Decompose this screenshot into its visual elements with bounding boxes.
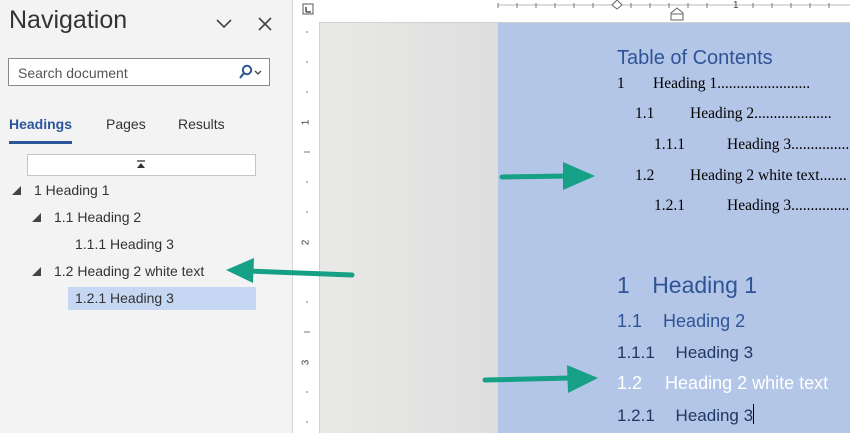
toc-text: Heading 3................. [727, 197, 850, 214]
ruler-number: 1 [733, 0, 739, 11]
close-pane-button[interactable] [253, 12, 277, 36]
vertical-ruler[interactable]: 1 2 3 [293, 22, 320, 433]
heading-text: Heading 2 [663, 311, 746, 331]
tree-item-heading-1-2-1[interactable]: 1.2.1 Heading 3 [68, 287, 256, 310]
heading-number: 1.1.1 [617, 343, 655, 362]
nav-title: Navigation [9, 6, 128, 34]
annotation-arrow-left-icon [226, 258, 355, 283]
search-input[interactable] [16, 62, 240, 84]
tab-pages[interactable]: Pages [106, 116, 146, 144]
collapse-all-bar[interactable] [27, 154, 256, 176]
search-options-button[interactable] [235, 63, 265, 83]
toc-number: 1.1 [635, 105, 655, 122]
ruler-number: 1 [300, 119, 312, 126]
toc-text: Heading 3................. [727, 136, 850, 153]
toc-number: 1.1.1 [654, 136, 685, 153]
heading-1-2-white[interactable]: 1.2 Heading 2 white text [617, 373, 828, 394]
chevron-down-icon [216, 19, 232, 29]
annotation-arrow-right-icon [482, 365, 598, 393]
toc-title: Table of Contents [617, 47, 773, 69]
tree-item-label: 1.2.1 Heading 3 [75, 290, 174, 306]
ruler-ticks [304, 31, 310, 423]
heading-text: Heading 3 [675, 406, 754, 425]
document-margin-area [320, 23, 498, 433]
heading-text: Heading 1 [652, 272, 758, 298]
text-cursor [753, 404, 755, 424]
search-icon [239, 64, 262, 79]
heading-number: 1.2.1 [617, 406, 655, 425]
first-line-indent-marker [611, 0, 623, 10]
close-icon [258, 17, 272, 31]
ruler-number: 2 [300, 239, 312, 246]
heading-number: 1 [617, 272, 630, 298]
ruler-ticks [302, 0, 850, 21]
tree-item-label: 1 Heading 1 [34, 182, 110, 198]
tree-item-label: 1.2 Heading 2 white text [54, 263, 205, 279]
horizontal-ruler[interactable]: 1 [293, 0, 850, 23]
tab-results[interactable]: Results [178, 116, 225, 144]
tree-item-heading-1-1-1[interactable]: 1.1.1 Heading 3 [75, 233, 255, 256]
navigation-pane: Navigation Headings Pages Results 1 Head… [0, 0, 293, 433]
annotation-arrow-right-icon [499, 162, 595, 190]
heading-number: 1.1 [617, 311, 643, 331]
ruler-number: 3 [300, 359, 312, 366]
toc-number: 1.2.1 [654, 197, 685, 214]
toc-text: Heading 2.................... [690, 105, 832, 122]
toc-text: Heading 1........................ [653, 75, 811, 92]
tree-item-heading-1-2[interactable]: 1.2 Heading 2 white text [32, 260, 232, 283]
toc-text: Heading 2 white text....... [690, 167, 847, 184]
heading-number: 1.2 [617, 373, 643, 393]
toc-number: 1.2 [635, 167, 655, 184]
search-box [8, 58, 270, 86]
heading-1-1[interactable]: 1.1 Heading 2 [617, 311, 745, 332]
heading-text: Heading 3 [675, 343, 754, 362]
toc-number: 1 [617, 75, 625, 92]
heading-1[interactable]: 1 Heading 1 [617, 272, 757, 299]
tree-item-heading-1[interactable]: 1 Heading 1 [12, 179, 252, 202]
expand-triangle-icon[interactable] [12, 186, 21, 195]
tree-item-label: 1.1.1 Heading 3 [75, 236, 174, 252]
collapse-all-icon [137, 160, 145, 168]
tree-item-heading-1-1[interactable]: 1.1 Heading 2 [32, 206, 252, 229]
heading-1-2-1[interactable]: 1.2.1 Heading 3 [617, 404, 755, 426]
pane-options-button[interactable] [212, 12, 236, 36]
heading-1-1-1[interactable]: 1.1.1 Heading 3 [617, 343, 753, 363]
expand-triangle-icon[interactable] [32, 267, 41, 276]
tree-item-label: 1.1 Heading 2 [54, 209, 142, 225]
tab-headings[interactable]: Headings [9, 116, 73, 144]
expand-triangle-icon[interactable] [32, 213, 41, 222]
heading-text: Heading 2 white text [665, 373, 829, 393]
